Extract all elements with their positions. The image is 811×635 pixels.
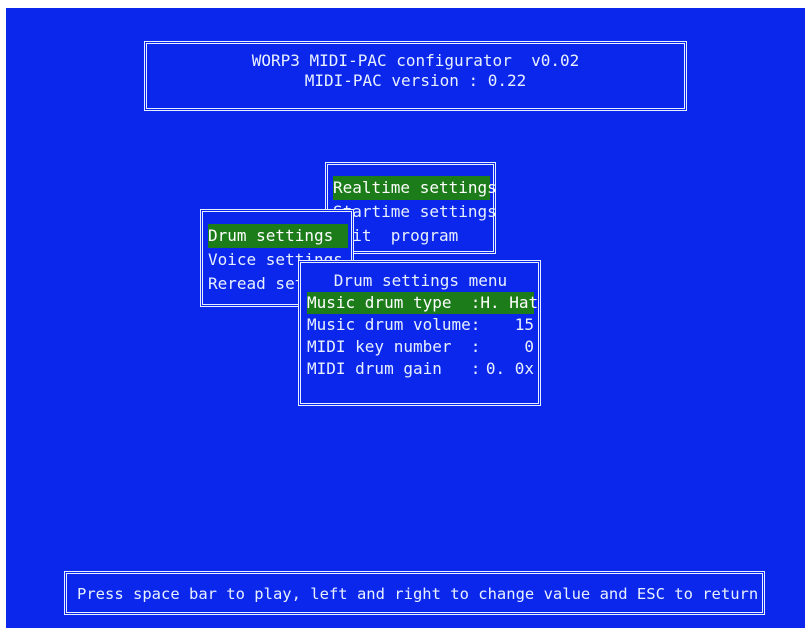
setting-label: Music drum type :: [307, 293, 481, 312]
drum-menu-title: Drum settings menu: [333, 271, 508, 290]
title-panel: WORP3 MIDI-PAC configurator v0.02 MIDI-P…: [144, 41, 687, 111]
setting-music-drum-volume[interactable]: Music drum volume: 15: [307, 314, 534, 336]
setting-midi-key-number[interactable]: MIDI key number : 0: [307, 336, 534, 358]
setting-label: MIDI drum gain :: [307, 359, 481, 378]
setting-value: 0: [524, 337, 534, 356]
menu-item-realtime-settings[interactable]: Realtime settings: [333, 176, 497, 200]
setting-label: MIDI key number :: [307, 337, 481, 356]
status-bar: Press space bar to play, left and right …: [64, 571, 765, 615]
status-text: Press space bar to play, left and right …: [77, 585, 759, 603]
setting-value: 15: [514, 315, 534, 334]
menu-item-startime-settings[interactable]: Startime settings: [333, 200, 497, 224]
setting-midi-drum-gain[interactable]: MIDI drum gain : 0. 0x: [307, 358, 534, 380]
version-label: MIDI-PAC version : 0.22: [304, 71, 527, 90]
setting-value: 0. 0x: [485, 359, 534, 378]
app-title: WORP3 MIDI-PAC configurator v0.02: [251, 51, 580, 70]
menu-item-drum-settings[interactable]: Drum settings: [208, 224, 348, 248]
menu-item-exit-program[interactable]: Exit program: [333, 224, 490, 248]
setting-label: Music drum volume:: [307, 315, 481, 334]
drum-settings-menu: Drum settings menu Music drum type : H. …: [298, 260, 541, 406]
setting-music-drum-type[interactable]: Music drum type : H. Hat: [307, 292, 538, 314]
screen: WORP3 MIDI-PAC configurator v0.02 MIDI-P…: [6, 8, 805, 628]
setting-value: H. Hat: [480, 293, 539, 312]
